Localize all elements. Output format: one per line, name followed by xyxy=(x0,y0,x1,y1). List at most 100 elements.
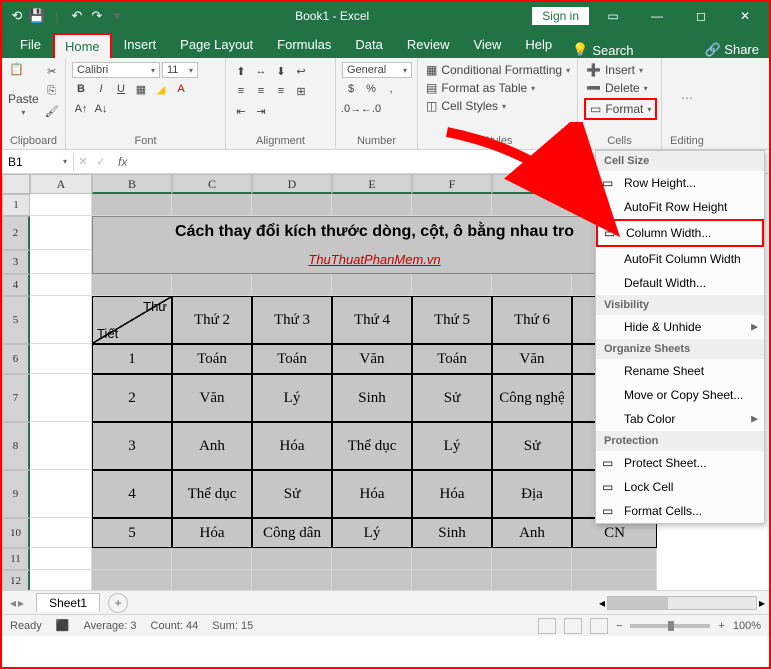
align-middle-icon[interactable]: ↔ xyxy=(252,62,270,80)
row-header[interactable]: 6 xyxy=(2,344,30,374)
percent-icon[interactable]: % xyxy=(362,80,380,98)
zoom-in-icon[interactable]: + xyxy=(718,620,724,632)
dropdown-item[interactable]: Move or Copy Sheet... xyxy=(596,383,764,407)
row-header[interactable]: 11 xyxy=(2,548,30,570)
wrap-text-icon[interactable]: ↩ xyxy=(292,62,310,80)
row-header[interactable]: 7 xyxy=(2,374,30,422)
dropdown-item[interactable]: Tab Color▶ xyxy=(596,407,764,431)
cell[interactable] xyxy=(332,570,412,590)
cell[interactable] xyxy=(252,548,332,570)
dropdown-item[interactable]: Hide & Unhide▶ xyxy=(596,315,764,339)
maximize-icon[interactable]: ◻ xyxy=(681,2,721,30)
indent-right-icon[interactable]: ⇥ xyxy=(252,102,270,120)
undo-icon[interactable]: ↶ xyxy=(68,7,86,25)
paste-button[interactable]: 📋 Paste ▾ xyxy=(8,62,39,117)
increase-font-icon[interactable]: A↑ xyxy=(72,100,90,118)
macro-record-icon[interactable]: ⬛ xyxy=(56,619,70,632)
column-header[interactable]: B xyxy=(92,174,172,194)
cell[interactable] xyxy=(92,274,172,296)
table-cell[interactable]: Lý xyxy=(332,518,412,548)
table-cell[interactable]: Sử xyxy=(252,470,332,518)
row-header[interactable]: 1 xyxy=(2,194,30,216)
cancel-icon[interactable]: ✕ xyxy=(74,153,92,171)
sheet-nav-last-icon[interactable]: ▸ xyxy=(18,596,24,610)
dropdown-item[interactable]: ▭Column Width... xyxy=(596,219,764,247)
dropdown-item[interactable]: ▭Format Cells... xyxy=(596,499,764,523)
zoom-level[interactable]: 100% xyxy=(733,620,761,632)
save-icon[interactable]: 💾 xyxy=(28,7,46,25)
table-cell[interactable]: Văn xyxy=(332,344,412,374)
row-header[interactable]: 5 xyxy=(2,296,30,344)
table-cell[interactable]: Toán xyxy=(172,344,252,374)
cell[interactable] xyxy=(572,570,657,590)
enter-icon[interactable]: ✓ xyxy=(92,153,110,171)
dropdown-item[interactable]: AutoFit Column Width xyxy=(596,247,764,271)
row-header[interactable]: 4 xyxy=(2,274,30,296)
merge-icon[interactable]: ⊞ xyxy=(292,82,310,100)
format-as-table-button[interactable]: ▤Format as Table▾ xyxy=(424,80,537,96)
table-cell[interactable]: Văn xyxy=(172,374,252,422)
add-sheet-button[interactable]: + xyxy=(108,593,128,613)
table-cell[interactable]: Hóa xyxy=(172,518,252,548)
border-icon[interactable]: ▦ xyxy=(132,80,150,98)
format-cells-button[interactable]: ▭Format▾ xyxy=(584,98,657,120)
tab-home[interactable]: Home xyxy=(53,33,112,58)
cell[interactable] xyxy=(412,274,492,296)
horizontal-scrollbar[interactable] xyxy=(607,596,757,610)
scroll-left-icon[interactable]: ◂ xyxy=(599,596,605,610)
row-header[interactable]: 8 xyxy=(2,422,30,470)
autosave-icon[interactable]: ⟲ xyxy=(8,7,26,25)
underline-icon[interactable]: U xyxy=(112,80,130,98)
copy-icon[interactable]: ⎘ xyxy=(43,82,61,100)
cell[interactable] xyxy=(572,548,657,570)
close-icon[interactable]: ✕ xyxy=(725,2,765,30)
cell[interactable] xyxy=(172,570,252,590)
cell[interactable] xyxy=(412,548,492,570)
align-bottom-icon[interactable]: ⬇ xyxy=(272,62,290,80)
format-painter-icon[interactable]: 🖌 xyxy=(43,102,61,120)
cell[interactable] xyxy=(492,570,572,590)
ribbon-display-icon[interactable]: ▭ xyxy=(593,2,633,30)
cell[interactable] xyxy=(492,548,572,570)
tab-pagelayout[interactable]: Page Layout xyxy=(168,31,265,58)
table-cell[interactable]: Văn xyxy=(492,344,572,374)
page-break-view-icon[interactable] xyxy=(590,618,608,634)
zoom-slider[interactable] xyxy=(630,624,710,628)
align-center-icon[interactable]: ≡ xyxy=(252,82,270,100)
cell[interactable] xyxy=(412,194,492,216)
cell[interactable] xyxy=(30,250,92,274)
cell[interactable] xyxy=(252,274,332,296)
column-header[interactable]: E xyxy=(332,174,412,194)
tab-review[interactable]: Review xyxy=(395,31,462,58)
table-cell[interactable]: Công dân xyxy=(252,518,332,548)
cell[interactable] xyxy=(30,296,92,344)
table-cell[interactable]: Lý xyxy=(412,422,492,470)
font-color-icon[interactable]: A xyxy=(172,80,190,98)
cell[interactable] xyxy=(332,274,412,296)
italic-icon[interactable]: I xyxy=(92,80,110,98)
table-cell[interactable]: Thể dục xyxy=(172,470,252,518)
cell[interactable] xyxy=(492,274,572,296)
table-cell[interactable]: Công nghệ xyxy=(492,374,572,422)
row-header[interactable]: 12 xyxy=(2,570,30,590)
normal-view-icon[interactable] xyxy=(538,618,556,634)
table-cell[interactable]: Hóa xyxy=(252,422,332,470)
column-header[interactable]: D xyxy=(252,174,332,194)
table-cell[interactable]: Địa xyxy=(492,470,572,518)
cell[interactable] xyxy=(30,470,92,518)
align-top-icon[interactable]: ⬆ xyxy=(232,62,250,80)
align-right-icon[interactable]: ≡ xyxy=(272,82,290,100)
insert-cells-button[interactable]: ➕Insert▾ xyxy=(584,62,645,78)
comma-icon[interactable]: , xyxy=(382,80,400,98)
tab-file[interactable]: File xyxy=(8,31,53,58)
dropdown-item[interactable]: ▭Row Height... xyxy=(596,171,764,195)
cell[interactable] xyxy=(332,548,412,570)
scroll-right-icon[interactable]: ▸ xyxy=(759,596,765,610)
cell[interactable] xyxy=(30,374,92,422)
table-cell[interactable]: Toán xyxy=(252,344,332,374)
dropdown-item[interactable]: ▭Lock Cell xyxy=(596,475,764,499)
cell[interactable] xyxy=(30,344,92,374)
table-cell[interactable]: Anh xyxy=(492,518,572,548)
column-header[interactable]: A xyxy=(30,174,92,194)
row-header[interactable]: 2 xyxy=(2,216,30,250)
